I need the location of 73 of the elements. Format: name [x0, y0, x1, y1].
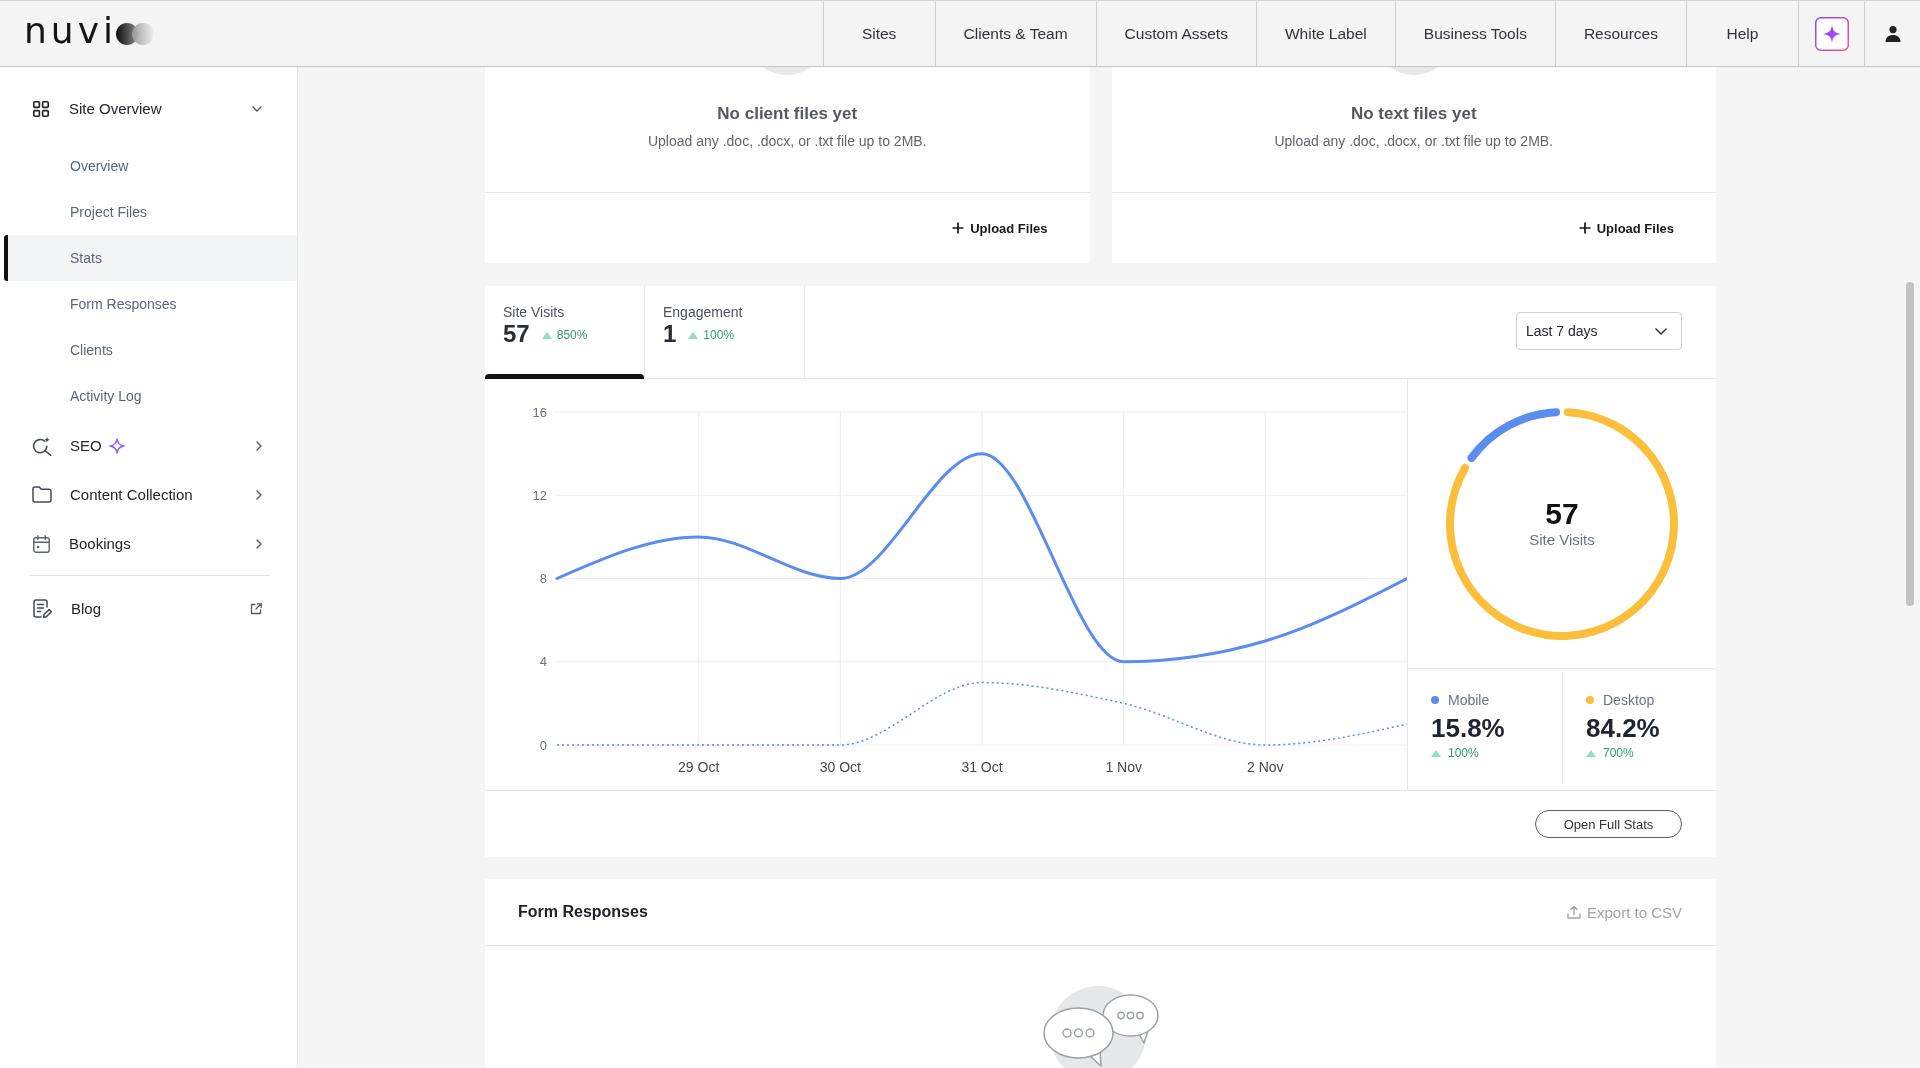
y-axis-label: 12	[532, 487, 547, 503]
device-share: 15.8%	[1431, 713, 1506, 743]
metric-tab[interactable]: Site Visits 57 850%	[485, 286, 645, 378]
plus-icon	[952, 222, 965, 234]
y-axis-label: 0	[539, 737, 547, 753]
upload-files-button[interactable]: Upload Files	[944, 214, 1056, 242]
sidebar-item[interactable]: Site Overview	[0, 84, 297, 133]
search-sparkle-icon	[32, 435, 52, 456]
sidebar-item[interactable]: Bookings	[0, 519, 297, 568]
sidebar-subitem[interactable]: Overview	[4, 143, 297, 189]
nav-link[interactable]: Business Tools	[1394, 1, 1555, 66]
logo-text[interactable]: nuvi	[24, 10, 117, 51]
sidebar-item[interactable]: Blog	[0, 584, 297, 633]
folder-icon	[32, 486, 52, 503]
trend-up-icon	[1431, 749, 1441, 757]
metric-value: 1	[663, 320, 677, 347]
x-axis-label: 1 Nov	[1105, 759, 1142, 775]
sidebar-item[interactable]: SEO	[0, 421, 297, 470]
trend-up-icon	[541, 331, 552, 339]
section-title: Form Responses	[518, 903, 648, 921]
metric-change: 100%	[703, 328, 735, 342]
calendar-icon	[33, 534, 50, 553]
metric-tab[interactable]: Engagement 1 100%	[645, 286, 805, 378]
date-range-dropdown[interactable]: Last 7 days	[1516, 312, 1682, 350]
empty-state-title: No text files yet	[1350, 103, 1477, 125]
x-axis-label: 2 Nov	[1247, 759, 1284, 775]
document-pencil-icon	[33, 599, 52, 618]
nav-link[interactable]: Custom Assets	[1095, 1, 1256, 66]
sidebar-subitem[interactable]: Activity Log	[4, 373, 297, 419]
scrollbar-thumb[interactable]	[1906, 282, 1914, 606]
nav-link[interactable]: White Label	[1255, 1, 1395, 66]
y-axis-label: 4	[539, 654, 547, 670]
empty-state-description: Upload any .doc, .docx, or .txt file up to 2MB.	[647, 132, 927, 151]
nav-link[interactable]: Sites	[822, 1, 935, 66]
sidebar-item[interactable]: Content Collection	[0, 470, 297, 519]
sparkle-icon	[108, 437, 125, 454]
open-full-stats-button[interactable]: Open Full Stats	[1535, 810, 1682, 838]
upload-files-button[interactable]: Upload Files	[1570, 214, 1682, 242]
upload-icon	[1566, 905, 1581, 919]
sidebar-subitem[interactable]: Project Files	[4, 189, 297, 235]
trend-up-icon	[688, 331, 699, 339]
logo-mark-icon	[114, 20, 155, 47]
donut-caption: Site Visits	[1529, 529, 1595, 550]
device-change: 100%	[1448, 746, 1479, 760]
grid-icon	[33, 100, 49, 117]
user-icon	[1884, 25, 1901, 42]
y-axis-label: 16	[532, 404, 547, 420]
x-axis-label: 31 Oct	[961, 759, 1003, 775]
sidebar-subitem[interactable]: Form Responses	[4, 281, 297, 327]
donut-total: 57	[1545, 497, 1579, 530]
sidebar-subitem[interactable]: Clients	[4, 327, 297, 373]
metric-label: Site Visits	[503, 304, 565, 321]
trend-up-icon	[1586, 749, 1596, 757]
metric-label: Engagement	[663, 304, 743, 321]
x-axis-label: 29 Oct	[678, 759, 720, 775]
legend-label: Desktop	[1603, 691, 1655, 708]
device-change: 700%	[1603, 746, 1634, 760]
y-axis-label: 8	[539, 571, 547, 586]
device-share: 84.2%	[1586, 713, 1661, 743]
legend-label: Mobile	[1448, 691, 1490, 708]
nav-link[interactable]: Clients & Team	[934, 1, 1096, 66]
metric-value: 57	[503, 320, 530, 347]
metric-change: 850%	[556, 328, 588, 342]
sparkle-icon	[1814, 16, 1849, 51]
empty-state-title: No client files yet	[717, 103, 858, 125]
plus-icon	[1578, 222, 1591, 234]
x-axis-label: 30 Oct	[819, 759, 861, 775]
chevron-down-icon	[1655, 327, 1667, 335]
empty-state-description: Upload any .doc, .docx, or .txt file up to 2MB.	[1274, 132, 1554, 151]
external-link-icon	[250, 602, 262, 615]
nav-link[interactable]: Resources	[1554, 1, 1686, 66]
nav-link[interactable]: Help	[1686, 1, 1798, 66]
sidebar-subitem[interactable]: Stats	[4, 235, 297, 281]
